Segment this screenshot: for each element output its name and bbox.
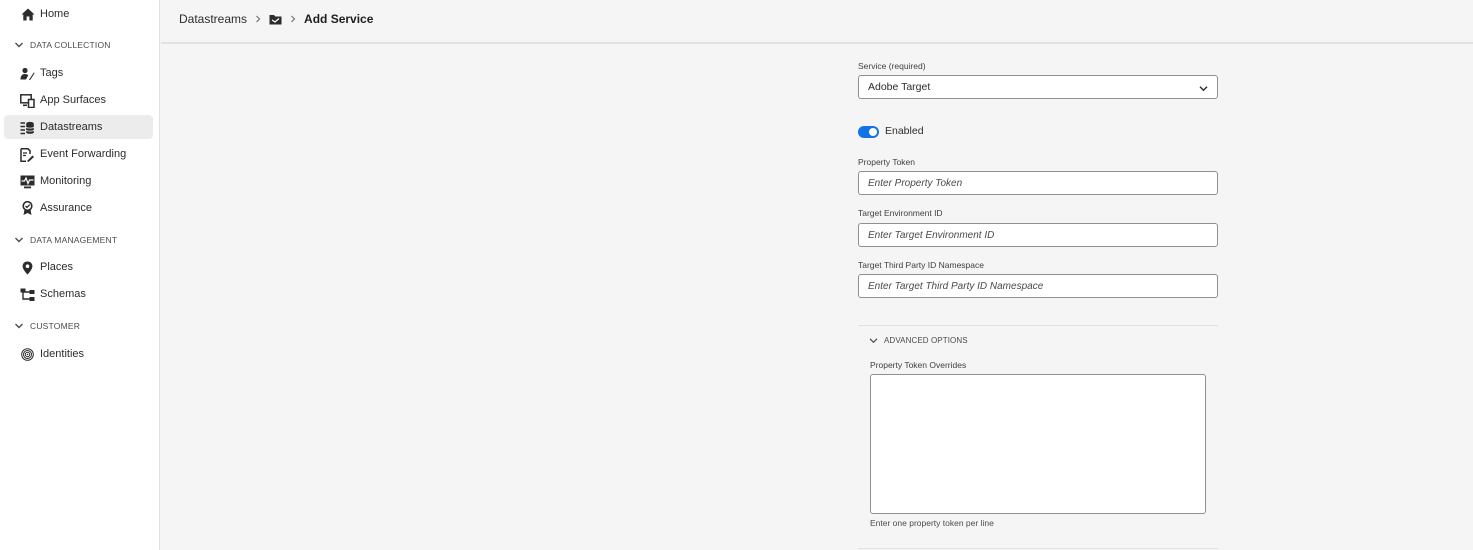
sidebar-item-label: Event Forwarding — [40, 148, 127, 160]
enabled-toggle[interactable] — [858, 126, 879, 138]
sidebar-item-label: App Surfaces — [40, 94, 107, 106]
section-data-collection[interactable]: DATA COLLECTION — [14, 40, 111, 50]
chevron-right-icon — [256, 15, 261, 23]
identities-icon — [20, 347, 35, 362]
overrides-help-text: Enter one property token per line — [870, 518, 994, 528]
event-forwarding-icon — [20, 147, 35, 162]
sidebar-item-label: Places — [40, 261, 74, 273]
chevron-down-icon — [1199, 86, 1208, 92]
page-header: Datastreams Add Service — [161, 0, 1473, 44]
places-icon — [20, 260, 35, 275]
sidebar-item-schemas[interactable]: Schemas — [4, 282, 153, 306]
folder-icon[interactable] — [269, 14, 282, 25]
section-title: CUSTOMER — [30, 321, 81, 331]
tags-icon — [20, 66, 35, 81]
assurance-icon — [20, 201, 35, 216]
sidebar-item-monitoring[interactable]: Monitoring — [4, 169, 153, 193]
property-token-overrides-label: Property Token Overrides — [870, 360, 967, 370]
third-party-namespace-label: Target Third Party ID Namespace — [858, 260, 984, 270]
chevron-down-icon — [15, 323, 23, 329]
sidebar-item-label: Assurance — [40, 202, 92, 214]
chevron-down-icon — [15, 237, 23, 243]
sidebar-item-label: Datastreams — [40, 121, 103, 133]
section-title: DATA MANAGEMENT — [30, 235, 118, 245]
sidebar-item-tags[interactable]: Tags — [4, 61, 153, 85]
divider — [858, 548, 1218, 549]
monitoring-icon — [20, 174, 35, 189]
breadcrumb: Datastreams Add Service — [179, 12, 373, 26]
chevron-right-icon — [291, 15, 296, 23]
sidebar-item-app-surfaces[interactable]: App Surfaces — [4, 88, 153, 112]
enabled-label: Enabled — [885, 125, 924, 137]
sidebar-item-assurance[interactable]: Assurance — [4, 196, 153, 220]
sidebar-item-label: Monitoring — [40, 175, 92, 187]
sidebar-item-home[interactable]: Home — [4, 2, 153, 26]
third-party-namespace-input[interactable] — [858, 274, 1218, 298]
chevron-down-icon — [869, 338, 878, 344]
home-icon — [20, 7, 35, 22]
sidebar-item-label: Tags — [40, 67, 64, 79]
toggle-knob — [869, 128, 877, 136]
sidebar-item-identities[interactable]: Identities — [4, 342, 153, 366]
breadcrumb-current: Add Service — [304, 12, 374, 26]
datastreams-icon — [20, 120, 35, 135]
target-environment-id-label: Target Environment ID — [858, 208, 943, 218]
property-token-label: Property Token — [858, 157, 916, 167]
sidebar-item-label: Home — [40, 8, 70, 20]
advanced-options-toggle[interactable]: ADVANCED OPTIONS — [869, 336, 968, 345]
section-title: DATA COLLECTION — [30, 40, 111, 50]
target-environment-id-input[interactable] — [858, 223, 1218, 247]
breadcrumb-datastreams-link[interactable]: Datastreams — [179, 12, 247, 26]
sidebar: Home DATA COLLECTION Tags App Surfaces D… — [0, 0, 160, 550]
sidebar-item-places[interactable]: Places — [4, 255, 153, 279]
section-customer[interactable]: CUSTOMER — [14, 321, 80, 331]
section-data-management[interactable]: DATA MANAGEMENT — [14, 235, 117, 245]
advanced-options-title: ADVANCED OPTIONS — [884, 336, 968, 345]
schemas-icon — [20, 287, 35, 302]
service-select-value: Adobe Target — [868, 81, 931, 93]
chevron-down-icon — [15, 42, 23, 48]
property-token-input[interactable] — [858, 171, 1218, 195]
service-select[interactable]: Adobe Target — [858, 75, 1218, 99]
service-label: Service (required) — [858, 61, 926, 71]
property-token-overrides-textarea[interactable] — [870, 374, 1206, 514]
divider — [858, 325, 1218, 326]
app-surfaces-icon — [20, 93, 35, 108]
sidebar-item-event-forwarding[interactable]: Event Forwarding — [4, 142, 153, 166]
sidebar-item-label: Schemas — [40, 288, 86, 300]
sidebar-item-datastreams[interactable]: Datastreams — [4, 115, 153, 139]
sidebar-item-label: Identities — [40, 348, 85, 360]
